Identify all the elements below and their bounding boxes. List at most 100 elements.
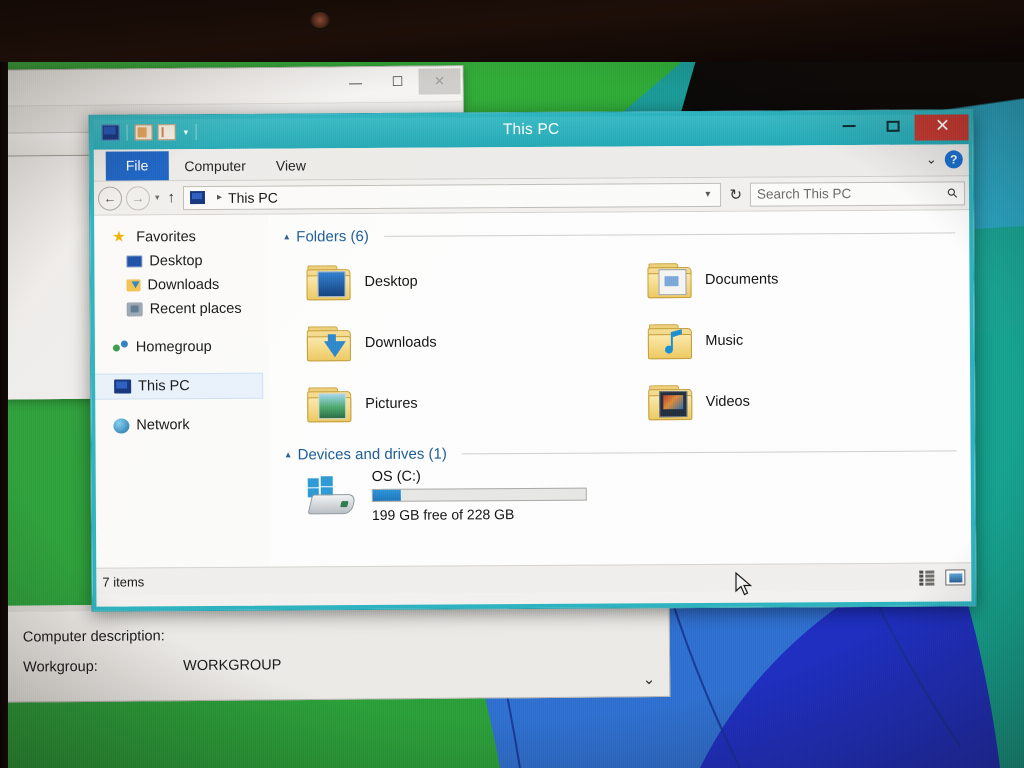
- content-pane: ▴ Folders (6) Desktop Documents Download…: [268, 210, 976, 595]
- downloads-icon: [126, 279, 141, 292]
- folders-grid: Desktop Documents Downloads Music Pictur…: [284, 247, 956, 434]
- sidebar-item-favorites[interactable]: ★ Favorites: [90, 225, 268, 250]
- tab-file[interactable]: File: [105, 151, 169, 181]
- bezel-glare-spot: [310, 12, 330, 28]
- list-item[interactable]: Videos: [626, 369, 957, 432]
- sidebar-item-desktop[interactable]: Desktop: [90, 249, 268, 274]
- tab-computer[interactable]: Computer: [170, 153, 260, 181]
- sidebar-item-homegroup[interactable]: Homegroup: [91, 335, 269, 360]
- folder-downloads-icon: [306, 325, 351, 361]
- sidebar-item-label: Homegroup: [135, 338, 212, 356]
- list-item[interactable]: OS (C:) 199 GB free of 228 GB: [286, 465, 957, 523]
- folder-desktop-icon: [306, 264, 351, 300]
- drive-free-space: 199 GB free of 228 GB: [371, 506, 515, 523]
- search-placeholder: Search This PC: [756, 186, 852, 202]
- list-item[interactable]: Desktop: [284, 249, 615, 312]
- sidebar-item-network[interactable]: Network: [91, 413, 269, 438]
- monitor-bezel-left: [0, 0, 8, 768]
- chevron-down-icon[interactable]: ⌄: [926, 152, 937, 168]
- disk-management-titlebar: isk Management — ☐ ✕: [0, 66, 463, 108]
- chevron-down-icon[interactable]: ▾: [705, 189, 714, 200]
- sidebar-item-label: Downloads: [147, 276, 220, 294]
- folder-label: Pictures: [365, 395, 418, 412]
- group-header-devices[interactable]: ▴ Devices and drives (1): [286, 442, 957, 463]
- divider: [383, 232, 956, 237]
- breadcrumb-this-pc[interactable]: This PC: [228, 189, 278, 205]
- chevron-down-icon[interactable]: ⌄: [643, 670, 656, 688]
- back-button[interactable]: ←: [97, 186, 123, 211]
- drive-usage-bar: [371, 487, 587, 502]
- file-explorer-window[interactable]: ▾ This PC ✕ File Computer View ⌄ ? ← → ▾…: [88, 109, 977, 612]
- music-note-icon: [664, 328, 682, 354]
- workgroup-value: WORKGROUP: [183, 657, 282, 675]
- ribbon-right-controls: ⌄ ?: [926, 150, 963, 169]
- details-view-icon[interactable]: [919, 570, 935, 586]
- workgroup-label: Workgroup:: [23, 658, 98, 676]
- group-title-folders: Folders (6): [296, 227, 369, 246]
- this-pc-icon: [189, 190, 206, 205]
- dm-minimize-button[interactable]: —: [334, 69, 376, 95]
- maximize-button[interactable]: [870, 111, 914, 141]
- list-item[interactable]: Documents: [625, 247, 956, 310]
- folder-label: Documents: [704, 270, 779, 288]
- refresh-icon[interactable]: ↻: [729, 185, 742, 203]
- sidebar-item-label: Recent places: [149, 300, 242, 318]
- explorer-titlebar[interactable]: ▾ This PC ✕: [89, 110, 973, 150]
- folder-label: Desktop: [364, 273, 418, 290]
- disk-management-window-controls: — ☐ ✕: [334, 68, 461, 95]
- search-icon[interactable]: ⚲: [944, 184, 962, 202]
- search-input[interactable]: Search This PC ⚲: [749, 180, 966, 207]
- network-icon: [113, 417, 130, 434]
- up-button[interactable]: ↑: [167, 189, 175, 206]
- homegroup-icon: [113, 340, 129, 354]
- folder-documents-icon: [646, 262, 692, 298]
- group-header-folders[interactable]: ▴ Folders (6): [284, 224, 956, 246]
- sidebar-item-label: Desktop: [149, 253, 203, 270]
- sidebar-item-label: This PC: [138, 378, 190, 395]
- dm-close-button[interactable]: ✕: [418, 68, 461, 95]
- list-item[interactable]: Pictures: [285, 371, 616, 434]
- folder-label: Videos: [705, 393, 750, 410]
- item-count: 7 items: [102, 574, 145, 590]
- hard-drive-icon: [307, 476, 358, 516]
- folder-label: Music: [705, 332, 744, 349]
- list-item[interactable]: Downloads: [285, 310, 616, 373]
- ribbon-tab-bar: File Computer View ⌄ ?: [89, 144, 973, 182]
- folder-pictures-icon: [307, 386, 352, 422]
- dm-maximize-button[interactable]: ☐: [376, 69, 418, 95]
- sidebar-item-label: Favorites: [136, 229, 196, 246]
- large-icons-view-icon[interactable]: [945, 568, 966, 585]
- screen-photo: isk Management — ☐ ✕ m Status Healthy (R…: [0, 0, 1024, 768]
- minimize-button[interactable]: [826, 111, 870, 141]
- drive-usage-fill: [372, 489, 401, 501]
- list-item[interactable]: Music: [625, 308, 956, 371]
- forward-button[interactable]: →: [125, 185, 151, 210]
- sidebar-item-downloads[interactable]: Downloads: [90, 273, 268, 298]
- view-toggle-buttons: [919, 568, 966, 586]
- tab-view[interactable]: View: [262, 152, 320, 179]
- sidebar-item-recent-places[interactable]: Recent places: [91, 297, 269, 322]
- drive-details: OS (C:) 199 GB free of 228 GB: [372, 465, 957, 523]
- system-properties-panel[interactable]: Computer description: Workgroup: WORKGRO…: [0, 600, 671, 704]
- folder-label: Downloads: [364, 334, 437, 351]
- computer-description-label: Computer description:: [22, 628, 165, 646]
- sidebar-item-this-pc[interactable]: This PC: [91, 372, 264, 400]
- recent-places-icon: [126, 302, 143, 317]
- mouse-cursor: [735, 572, 753, 596]
- breadcrumb[interactable]: ▸ This PC ▾: [182, 182, 722, 210]
- history-dropdown-icon[interactable]: ▾: [155, 192, 160, 203]
- caret-up-icon[interactable]: ▴: [284, 231, 289, 242]
- this-pc-icon: [114, 379, 132, 394]
- explorer-body: ★ Favorites Desktop Downloads Recent pla…: [90, 210, 976, 596]
- group-title-devices: Devices and drives (1): [297, 445, 447, 464]
- help-icon[interactable]: ?: [944, 150, 963, 169]
- ribbon-tabs: File Computer View: [90, 144, 973, 181]
- desktop-icon: [126, 255, 143, 268]
- caret-up-icon[interactable]: ▴: [286, 449, 291, 460]
- star-icon: ★: [112, 228, 126, 246]
- drive-name: OS (C:): [371, 468, 421, 485]
- close-button[interactable]: ✕: [914, 110, 971, 141]
